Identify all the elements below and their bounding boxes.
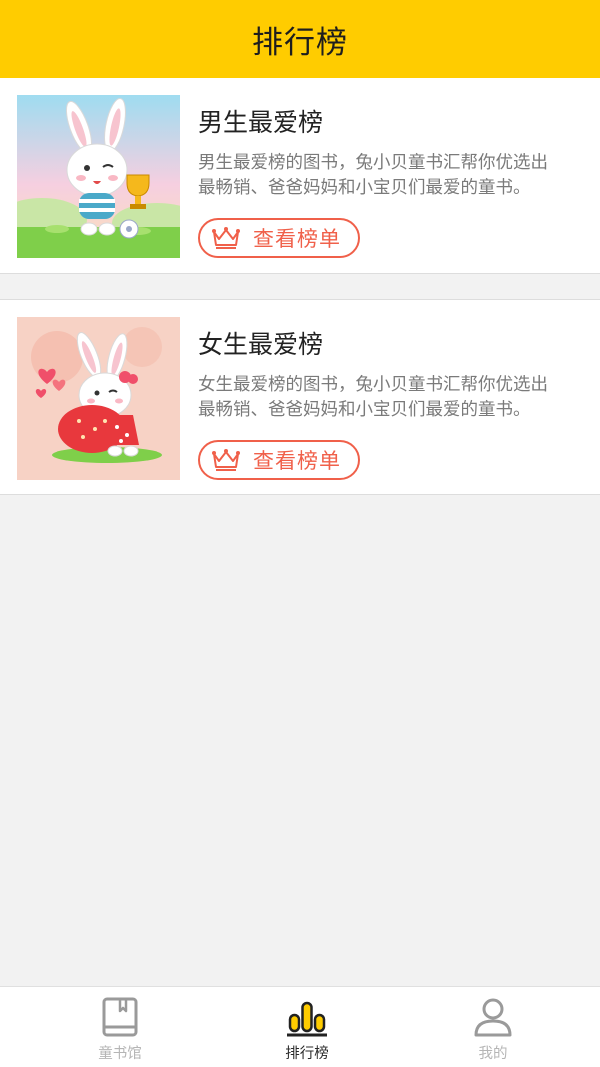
card-desc-line: 男生最爱榜的图书，兔小贝童书汇帮你优选出 — [198, 153, 548, 173]
card-description: 女生最爱榜的图书，兔小贝童书汇帮你优选出 最畅销、爸爸妈妈和小宝贝们最爱的童书。 — [198, 373, 600, 423]
tab-label: 我的 — [478, 1046, 508, 1062]
crown-icon — [212, 449, 240, 471]
card-title: 女生最爱榜 — [198, 330, 324, 359]
page-title: 排行榜 — [252, 24, 348, 61]
rabbit-trophy-icon — [17, 95, 180, 258]
tab-ranking[interactable]: 排行榜 — [207, 987, 407, 1067]
ranking-bars-icon — [287, 1001, 327, 1037]
tab-mine[interactable]: 我的 — [393, 987, 593, 1067]
tab-kids-library[interactable]: 童书馆 — [20, 987, 220, 1067]
card-title: 男生最爱榜 — [198, 108, 324, 137]
ranking-card-girls[interactable]: 女生最爱榜 女生最爱榜的图书，兔小贝童书汇帮你优选出 最畅销、爸爸妈妈和小宝贝们… — [0, 299, 600, 495]
card-description: 男生最爱榜的图书，兔小贝童书汇帮你优选出 最畅销、爸爸妈妈和小宝贝们最爱的童书。 — [198, 151, 600, 201]
book-icon — [102, 997, 138, 1037]
rabbit-strawberry-icon — [17, 317, 180, 480]
bottom-tab-bar: 童书馆 排行榜 我的 — [0, 986, 600, 1067]
card-desc-line: 最畅销、爸爸妈妈和小宝贝们最爱的童书。 — [198, 400, 531, 420]
tab-label: 童书馆 — [98, 1046, 142, 1062]
card-desc-line: 女生最爱榜的图书，兔小贝童书汇帮你优选出 — [198, 375, 548, 395]
top-header: 排行榜 — [0, 0, 600, 78]
view-ranking-button[interactable]: 查看榜单 — [198, 440, 360, 480]
view-ranking-button[interactable]: 查看榜单 — [198, 218, 360, 258]
view-ranking-label: 查看榜单 — [253, 227, 341, 251]
card-desc-line: 最畅销、爸爸妈妈和小宝贝们最爱的童书。 — [198, 178, 531, 198]
view-ranking-label: 查看榜单 — [253, 449, 341, 473]
app-root: 排行榜 男生最爱榜 男生最爱榜的图书，兔小贝童书汇帮你优选出 最畅销、爸爸妈妈和… — [0, 0, 600, 1067]
tab-label: 排行榜 — [285, 1046, 329, 1062]
crown-icon — [212, 227, 240, 249]
ranking-card-boys[interactable]: 男生最爱榜 男生最爱榜的图书，兔小贝童书汇帮你优选出 最畅销、爸爸妈妈和小宝贝们… — [0, 78, 600, 274]
user-icon — [474, 998, 512, 1037]
